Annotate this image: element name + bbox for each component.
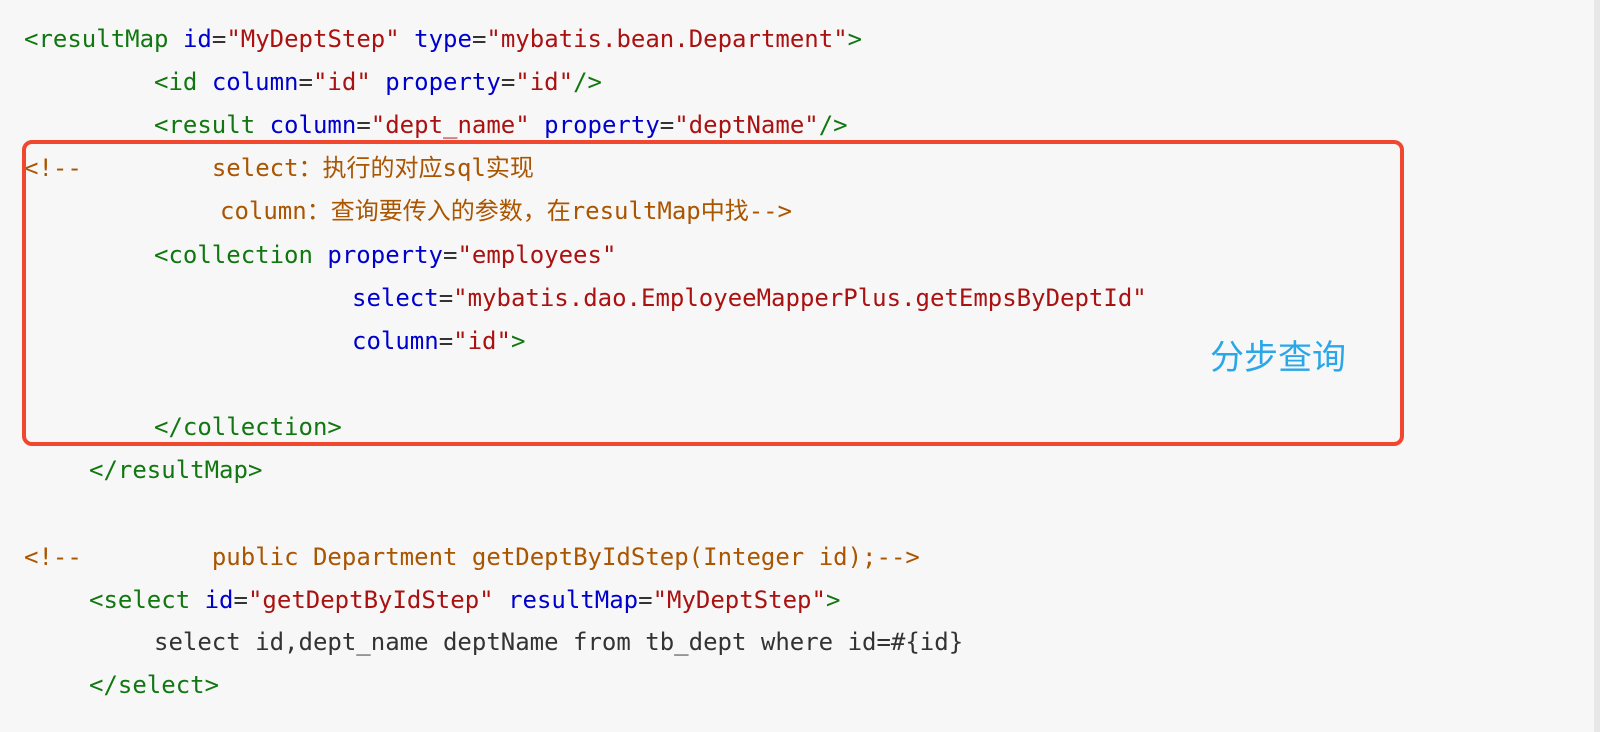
equals-sign: =: [471, 25, 487, 53]
equals-sign: =: [638, 586, 653, 614]
equals-sign: =: [211, 25, 227, 53]
xml-value: "mybatis.dao.EmployeeMapperPlus.getEmpsB…: [453, 284, 1147, 312]
xml-value: "deptName": [674, 111, 819, 139]
code-line-id: <id column="id" property="id"/>: [154, 62, 602, 102]
xml-attribute: type: [414, 25, 472, 53]
equals-sign: =: [500, 68, 516, 96]
xml-attribute: column: [352, 327, 439, 355]
xml-tag-close: />: [818, 111, 848, 139]
xml-tag: <result: [154, 111, 256, 139]
equals-sign: =: [438, 284, 454, 312]
code-line-collection-column: column="id">: [352, 321, 525, 361]
annotation-label: 分步查询: [1210, 338, 1346, 378]
code-line-result: <result column="dept_name" property="dep…: [154, 105, 848, 145]
xml-tag: <id: [154, 68, 198, 96]
xml-value: "id": [453, 327, 511, 355]
code-line-sql: select id,dept_name deptName from tb_dep…: [154, 628, 964, 656]
equals-sign: =: [438, 327, 454, 355]
xml-attribute: column: [211, 68, 299, 96]
xml-value: "MyDeptStep": [652, 586, 826, 614]
code-line-collection-open: <collection property="employees": [154, 235, 616, 275]
xml-attribute: resultMap: [508, 586, 639, 614]
code-line-resultmap-open: <resultMap id="MyDeptStep" type="mybatis…: [24, 19, 862, 59]
code-line-resultmap-close: </resultMap>: [89, 456, 263, 484]
xml-value: "MyDeptStep": [226, 25, 400, 53]
xml-attribute: property: [544, 111, 660, 139]
xml-value: "id": [515, 68, 574, 96]
xml-value: "dept_name": [370, 111, 530, 139]
xml-attribute: id: [182, 25, 212, 53]
xml-tag-close: >: [847, 25, 863, 53]
xml-value: "employees": [457, 241, 617, 269]
code-comment-method: <!-- public Department getDeptByIdStep(I…: [24, 543, 920, 571]
xml-value: "getDeptByIdStep": [247, 586, 494, 614]
code-comment-column: column：查询要传入的参数，在resultMap中找-->: [220, 197, 793, 225]
equals-sign: =: [659, 111, 675, 139]
code-comment-select: <!-- select：执行的对应sql实现: [24, 154, 534, 182]
equals-sign: =: [233, 586, 248, 614]
xml-tag: <resultMap: [24, 25, 169, 53]
scrollbar-track[interactable]: [1594, 0, 1600, 732]
xml-tag: <collection: [154, 241, 313, 269]
xml-attribute: column: [269, 111, 357, 139]
xml-tag-close: >: [825, 586, 841, 614]
equals-sign: =: [443, 241, 458, 269]
xml-attribute: property: [385, 68, 501, 96]
xml-tag-close: />: [573, 68, 602, 96]
xml-attribute: select: [352, 284, 439, 312]
equals-sign: =: [298, 68, 313, 96]
equals-sign: =: [356, 111, 371, 139]
code-line-collection-close: </collection>: [154, 413, 342, 441]
xml-value: "id": [312, 68, 371, 96]
code-line-select-close: </select>: [89, 671, 220, 699]
code-line-select-open: <select id="getDeptByIdStep" resultMap="…: [89, 580, 840, 620]
xml-attribute: property: [327, 241, 443, 269]
xml-attribute: id: [204, 586, 234, 614]
code-line-collection-select: select="mybatis.dao.EmployeeMapperPlus.g…: [352, 278, 1147, 318]
code-block: <resultMap id="MyDeptStep" type="mybatis…: [0, 0, 1600, 732]
xml-value: "mybatis.bean.Department": [486, 25, 848, 53]
xml-tag: <select: [89, 586, 191, 614]
xml-tag-close: >: [510, 327, 526, 355]
